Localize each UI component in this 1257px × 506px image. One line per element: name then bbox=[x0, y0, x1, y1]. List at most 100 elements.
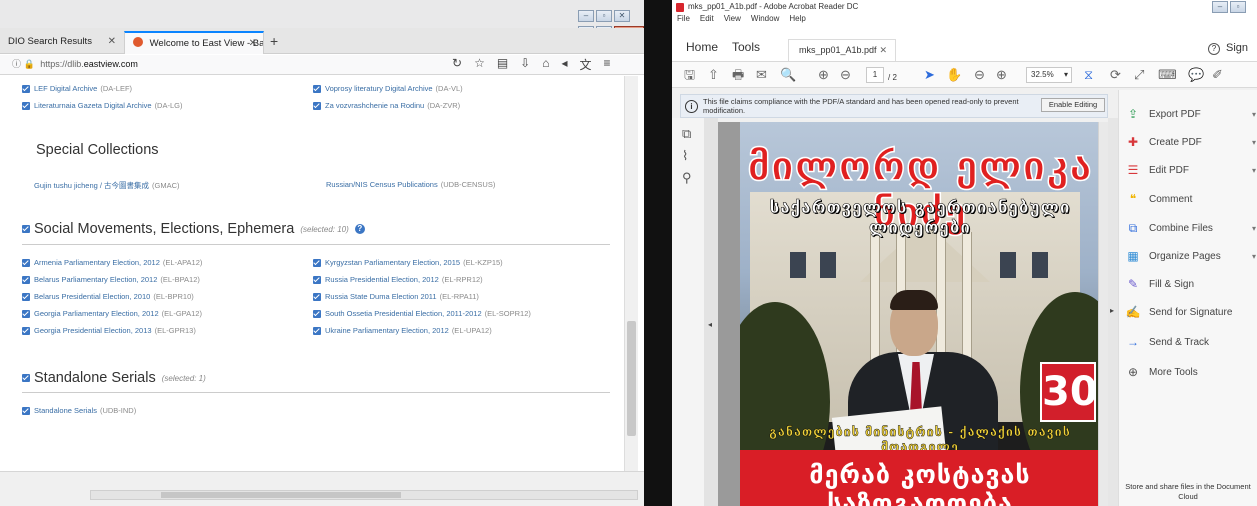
vertical-scrollbar[interactable] bbox=[624, 76, 638, 471]
checkbox-icon[interactable] bbox=[313, 84, 321, 93]
collection-item[interactable]: LEF Digital Archive (DA-LEF) bbox=[22, 84, 132, 93]
collection-item[interactable]: Georgia Parliamentary Election, 2012 (EL… bbox=[22, 309, 202, 318]
bookmark-star-icon[interactable]: ☆ bbox=[474, 56, 485, 73]
collection-item[interactable]: Za vozvrashchenie na Rodinu (DA-ZVR) bbox=[313, 101, 460, 110]
collection-item[interactable]: Belarus Parliamentary Election, 2012 (EL… bbox=[22, 275, 200, 284]
rotate-icon[interactable]: ⟳ bbox=[1110, 67, 1121, 83]
tab-home[interactable]: Home bbox=[686, 40, 718, 54]
scrollbar-thumb[interactable] bbox=[161, 492, 401, 498]
url-bar[interactable]: ⓘ 🔒 https://dlib.eastview.com bbox=[6, 57, 476, 73]
document-view[interactable]: მილორდ ელიკა ნიძე საქართველოს გაერთიანებ… bbox=[718, 122, 1122, 506]
checkbox-icon[interactable] bbox=[313, 101, 321, 110]
menu-edit[interactable]: Edit bbox=[700, 14, 714, 36]
save-icon[interactable]: 🖫 bbox=[684, 67, 695, 83]
tool-more-tools[interactable]: ⊕ More Tools bbox=[1119, 362, 1257, 382]
new-tab-button[interactable]: + bbox=[270, 31, 278, 51]
collection-item[interactable]: South Ossetia Presidential Election, 201… bbox=[313, 309, 531, 318]
checkbox-icon[interactable] bbox=[313, 258, 321, 267]
collection-item[interactable]: Kyrgyzstan Parliamentary Election, 2015 … bbox=[313, 258, 503, 267]
upload-icon[interactable]: ⇧ bbox=[708, 67, 719, 83]
tab-search-results[interactable]: DIO Search Results ✕ bbox=[0, 31, 122, 54]
enable-editing-button[interactable]: Enable Editing bbox=[1041, 98, 1105, 112]
tool-export-pdf[interactable]: ⇪ Export PDF ▾ bbox=[1119, 104, 1257, 124]
chevron-down-icon[interactable]: ▾ bbox=[1252, 252, 1256, 261]
translate-icon[interactable]: 文 bbox=[580, 56, 592, 73]
collection-item[interactable]: Voprosy literatury Digital Archive (DA-V… bbox=[313, 84, 463, 93]
checkbox-icon[interactable] bbox=[22, 292, 30, 301]
checkbox-icon[interactable] bbox=[22, 275, 30, 284]
scrollbar-thumb[interactable] bbox=[627, 321, 636, 436]
menu-window[interactable]: Window bbox=[751, 14, 779, 36]
keyboard-icon[interactable]: ⌨ bbox=[1158, 67, 1177, 83]
page-number-input[interactable]: 1 bbox=[866, 67, 884, 83]
chevron-down-icon[interactable]: ▾ bbox=[1252, 110, 1256, 119]
search-icon[interactable]: 🔍 bbox=[780, 67, 796, 83]
left-pane-toggle[interactable]: ◂ bbox=[704, 118, 718, 506]
collection-item[interactable]: Literaturnaia Gazeta Digital Archive (DA… bbox=[22, 101, 182, 110]
checkbox-icon[interactable] bbox=[313, 292, 321, 301]
minimize-icon[interactable]: – bbox=[1212, 1, 1228, 13]
close-tab-icon[interactable]: ✕ bbox=[108, 31, 116, 53]
help-icon[interactable]: ? bbox=[1208, 43, 1220, 55]
collection-item[interactable]: Georgia Presidential Election, 2013 (EL-… bbox=[22, 326, 196, 335]
tab-east-view[interactable]: Welcome to East View - Ba... ✕ bbox=[124, 31, 264, 54]
chevron-down-icon[interactable]: ▾ bbox=[1252, 138, 1256, 147]
attachments-icon[interactable]: ⌇ bbox=[682, 148, 688, 164]
collection-item[interactable]: Gujin tushu jicheng / 古今圖書集成 (GMAC) bbox=[34, 180, 180, 191]
reload-icon[interactable]: ↻ bbox=[452, 56, 462, 73]
close-tab-icon[interactable]: ✕ bbox=[249, 33, 257, 54]
collection-item[interactable]: Standalone Serials (UDB-IND) bbox=[22, 406, 136, 415]
help-icon[interactable]: ? bbox=[354, 224, 365, 234]
menu-view[interactable]: View bbox=[724, 14, 741, 36]
tool-organize-pages[interactable]: ▦ Organize Pages ▾ bbox=[1119, 246, 1257, 266]
checkbox-icon[interactable] bbox=[22, 309, 30, 318]
checkbox-icon[interactable] bbox=[22, 101, 30, 110]
minimize-icon[interactable]: – bbox=[578, 10, 594, 22]
checkbox-icon[interactable] bbox=[313, 326, 321, 335]
fit-page-icon[interactable]: ⧖ bbox=[1084, 67, 1093, 83]
collection-name[interactable]: Russian/NIS Census Publications bbox=[326, 180, 438, 189]
maximize-icon[interactable]: ▫ bbox=[1230, 1, 1246, 13]
document-cloud-promo[interactable]: Store and share files in the Document Cl… bbox=[1123, 482, 1253, 502]
download-icon[interactable]: ⇩ bbox=[520, 56, 530, 73]
collection-item[interactable]: Ukraine Parliamentary Election, 2012 (EL… bbox=[313, 326, 492, 335]
close-tab-icon[interactable]: ✕ bbox=[879, 40, 887, 60]
collection-item[interactable]: Armenia Parliamentary Election, 2012 (EL… bbox=[22, 258, 202, 267]
collection-item[interactable]: Russia State Duma Election 2011 (EL-RPA1… bbox=[313, 292, 479, 301]
tab-document[interactable]: mks_pp01_A1b.pdf ✕ bbox=[788, 39, 896, 61]
reader-icon[interactable]: ▤ bbox=[497, 56, 508, 73]
pocket-icon[interactable]: ◂ bbox=[561, 56, 567, 73]
collection-item[interactable]: Belarus Presidential Election, 2010 (EL-… bbox=[22, 292, 194, 301]
zoom-select[interactable]: 32.5% ▾ bbox=[1026, 67, 1072, 83]
chevron-left-icon[interactable]: ◂ bbox=[708, 320, 712, 329]
checkbox-icon[interactable] bbox=[313, 275, 321, 284]
checkbox-icon[interactable] bbox=[22, 84, 30, 93]
highlight-pen-icon[interactable]: ✐ bbox=[1212, 67, 1223, 83]
fullscreen-icon[interactable]: ⤢ bbox=[1134, 67, 1144, 83]
collection-name[interactable]: Gujin tushu jicheng / 古今圖書集成 bbox=[34, 180, 149, 191]
home-icon[interactable]: ⌂ bbox=[542, 56, 549, 73]
document-scrollbar[interactable] bbox=[1098, 122, 1108, 506]
info-icon[interactable]: ⓘ bbox=[12, 59, 21, 69]
tool-combine-files[interactable]: ⧉ Combine Files ▾ bbox=[1119, 218, 1257, 238]
page-thumbnails-icon[interactable]: ⧉ bbox=[682, 126, 691, 142]
bookmarks-icon[interactable]: ⚲ bbox=[682, 170, 692, 186]
zoom-out-icon[interactable]: ⊖ bbox=[974, 67, 985, 83]
checkbox-icon[interactable] bbox=[22, 258, 30, 267]
chevron-down-icon[interactable]: ▾ bbox=[1252, 224, 1256, 233]
horizontal-scrollbar[interactable] bbox=[90, 490, 638, 500]
comment-icon[interactable]: 💬 bbox=[1188, 67, 1204, 83]
page-down-icon[interactable]: ⊖ bbox=[840, 67, 851, 83]
checkbox-icon[interactable] bbox=[22, 406, 30, 415]
zoom-in-icon[interactable]: ⊕ bbox=[996, 67, 1007, 83]
checkbox-icon[interactable] bbox=[22, 326, 30, 335]
tool-edit-pdf[interactable]: ☰ Edit PDF ▾ bbox=[1119, 160, 1257, 180]
tool-send-for-signature[interactable]: ✍ Send for Signature bbox=[1119, 302, 1257, 322]
email-icon[interactable]: ✉ bbox=[756, 67, 767, 83]
tool-comment[interactable]: ❝ Comment bbox=[1119, 189, 1257, 209]
menu-icon[interactable]: ≡ bbox=[604, 56, 611, 73]
chevron-right-icon[interactable]: ▸ bbox=[1110, 306, 1114, 315]
collection-item[interactable]: Russian/NIS Census Publications (UDB-CEN… bbox=[326, 180, 495, 189]
checkbox-icon[interactable] bbox=[22, 374, 30, 382]
right-pane-toggle[interactable]: ▸ bbox=[1108, 118, 1118, 506]
